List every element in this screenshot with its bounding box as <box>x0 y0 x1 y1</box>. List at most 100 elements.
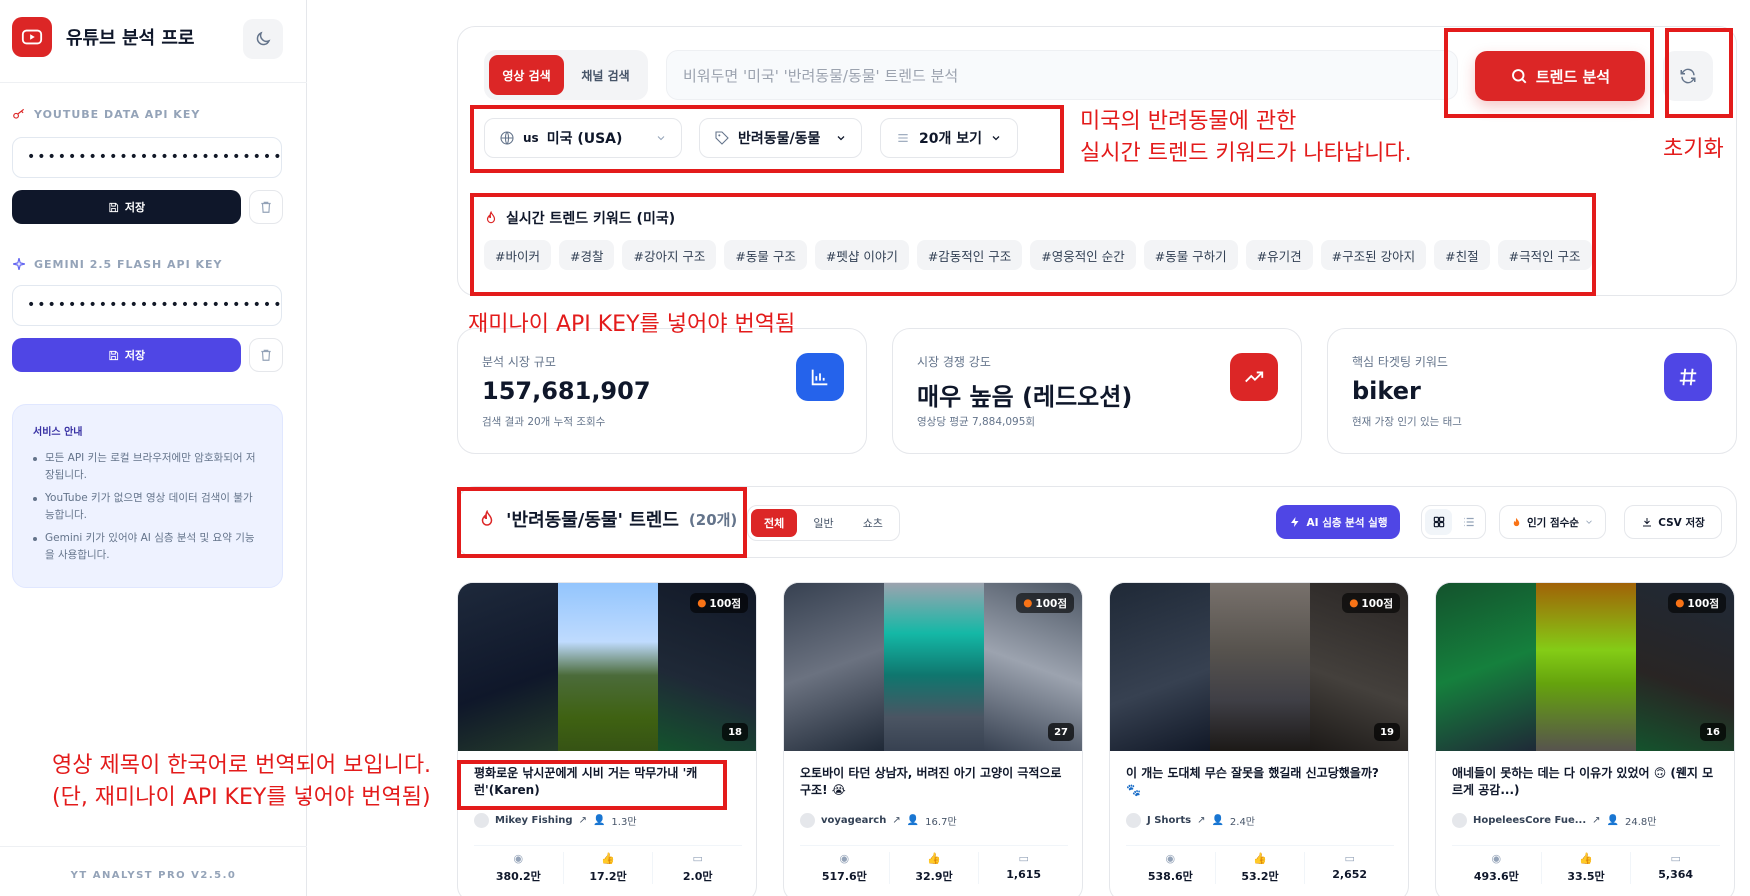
channel-name[interactable]: J Shorts <box>1147 815 1191 826</box>
annotation-title-line-1: 영상 제목이 한국어로 번역되어 보입니다. <box>52 753 432 778</box>
channel-row: voyagearch ↗ 👤 16.7만 <box>800 813 957 828</box>
trash-icon <box>261 349 271 361</box>
avatar <box>1126 813 1141 828</box>
gemini-key-save-button[interactable]: 저장 <box>12 338 241 372</box>
comments-stat: ▭ 2.0만 <box>653 852 742 884</box>
tab-video-search[interactable]: 영상 검색 <box>489 55 564 95</box>
theme-toggle-button[interactable] <box>243 19 283 59</box>
channel-name[interactable]: voyagearch <box>821 815 886 826</box>
youtube-key-save-button[interactable]: 저장 <box>12 190 241 224</box>
subscriber-count: 16.7만 <box>925 817 957 828</box>
service-info-item: YouTube 키가 없으면 영상 데이터 검색이 불가능합니다. <box>33 490 262 524</box>
youtube-key-input[interactable]: •••••••••••••••••••••••••••••••••••••• <box>12 137 282 178</box>
external-link-icon[interactable]: ↗ <box>892 815 900 826</box>
stat-sub: 현재 가장 인기 있는 태그 <box>1352 416 1462 428</box>
filter-all[interactable]: 전체 <box>751 509 798 537</box>
csv-export-button[interactable]: CSV 저장 <box>1624 505 1722 539</box>
score-badge: ● 100점 <box>690 593 748 613</box>
youtube-key-delete-button[interactable] <box>249 190 283 224</box>
comments-count: 1,615 <box>1006 868 1042 881</box>
annotation-box-keywords <box>470 193 1596 296</box>
annotation-filters-line-2: 실시간 트렌드 키워드가 나타납니다. <box>1080 141 1412 166</box>
eye-icon: ◉ <box>839 852 850 865</box>
video-title[interactable]: 이 개는 도대체 무슨 잘못을 했길래 신고당했을까? 🐾 <box>1126 765 1396 799</box>
annotation-filters-line-1: 미국의 반려동물에 관한 <box>1080 109 1297 134</box>
save-icon <box>109 202 118 212</box>
score-badge: ● 100점 <box>1016 593 1074 613</box>
likes-count: 33.5만 <box>1567 870 1605 883</box>
stat-value: 매우 높음 (레드오션) <box>917 383 1133 411</box>
thumbs-up-icon: 👍 <box>927 852 941 865</box>
video-card[interactable]: ● 100점 16 애네들이 못하는 데는 다 이유가 있었어 🙃 (웬지 모르게… <box>1435 582 1735 896</box>
search-input[interactable]: 비워두면 '미국' '반려동물/동물' 트렌드 분석 <box>666 50 1458 100</box>
ai-analysis-button[interactable]: AI 심층 분석 실행 <box>1276 505 1400 539</box>
subscriber-count: 24.8만 <box>1625 817 1657 828</box>
annotation-box-video-title <box>457 760 727 810</box>
external-link-icon[interactable]: ↗ <box>579 815 587 826</box>
video-card[interactable]: ● 100점 19 이 개는 도대체 무슨 잘못을 했길래 신고당했을까? 🐾 J… <box>1109 582 1409 896</box>
video-thumbnail[interactable]: ● 100점 27 <box>784 583 1082 751</box>
eye-icon: ◉ <box>1491 852 1502 865</box>
app-title: 유튜브 분석 프로 <box>66 28 195 49</box>
views-stat: ◉ 493.6만 <box>1452 852 1542 884</box>
views-stat: ◉ 538.6만 <box>1126 852 1216 884</box>
score-text: 100점 <box>1361 597 1393 610</box>
annotation-box-trend-button <box>1444 28 1654 118</box>
fire-icon: ● <box>697 597 707 609</box>
subscribers-icon: 👤 <box>1211 815 1224 826</box>
channel-name[interactable]: Mikey Fishing <box>495 815 573 826</box>
external-link-icon[interactable]: ↗ <box>1197 815 1205 826</box>
divider <box>0 82 307 83</box>
fire-icon: ● <box>1675 597 1685 609</box>
views-count: 493.6만 <box>1473 870 1519 883</box>
filter-normal[interactable]: 일반 <box>800 509 846 537</box>
duration-badge: 16 <box>1700 723 1726 741</box>
stat-label: 분석 시장 규모 <box>482 355 556 369</box>
video-thumbnail[interactable]: ● 100점 16 <box>1436 583 1734 751</box>
likes-count: 53.2만 <box>1241 870 1279 883</box>
video-title[interactable]: 오토바이 타던 상남자, 버려진 아기 고양이 극적으로 구조! 😭 <box>800 765 1070 799</box>
app-version: YT ANALYST PRO V2.5.0 <box>70 870 237 881</box>
channel-row: J Shorts ↗ 👤 2.4만 <box>1126 813 1255 828</box>
video-card[interactable]: ● 100점 27 오토바이 타던 상남자, 버려진 아기 고양이 극적으로 구조… <box>783 582 1083 896</box>
gemini-key-delete-button[interactable] <box>249 338 283 372</box>
channel-name[interactable]: HopeleesCore Fue... <box>1473 815 1586 826</box>
key-icon <box>12 107 26 121</box>
subscribers-icon: 👤 <box>592 815 606 826</box>
gemini-key-label: GEMINI 2.5 FLASH API KEY <box>12 257 223 271</box>
stat-card-top-keyword: 핵심 타겟팅 키워드 biker 현재 가장 인기 있는 태그 <box>1327 328 1737 454</box>
stat-sub: 검색 결과 20개 누적 조회수 <box>482 416 606 428</box>
filter-shorts[interactable]: 쇼츠 <box>850 509 896 537</box>
views-count: 538.6만 <box>1147 870 1193 883</box>
video-thumbnail[interactable]: ● 100점 18 <box>458 583 756 751</box>
gemini-key-input[interactable]: •••••••••••••••••••••••••••••••••••••• <box>12 285 282 326</box>
views-stat: ◉ 380.2만 <box>474 852 564 884</box>
list-view-button[interactable] <box>1455 509 1482 535</box>
likes-count: 17.2만 <box>589 870 627 883</box>
likes-stat: 👍 33.5만 <box>1542 852 1632 884</box>
video-title[interactable]: 애네들이 못하는 데는 다 이유가 있었어 🙃 (웬지 모르게 공감...) <box>1452 765 1722 799</box>
eye-icon: ◉ <box>1165 852 1176 865</box>
service-info-item: 모든 API 키는 로컬 브라우저에만 암호화되어 저장됩니다. <box>33 450 262 484</box>
sort-select[interactable]: 인기 점수순 <box>1499 505 1606 539</box>
video-card[interactable]: ● 100점 18 평화로운 낚시꾼에게 시비 거는 막무가내 '캐런'(Kare… <box>457 582 757 896</box>
thumbs-up-icon: 👍 <box>601 852 615 865</box>
service-info-title: 서비스 안내 <box>33 427 83 438</box>
save-label: 저장 <box>124 201 146 214</box>
stat-label: 시장 경쟁 강도 <box>917 355 991 369</box>
annotation-title-line-2: (단, 재미나이 API KEY를 넣어야 번역됨) <box>52 785 431 810</box>
service-info-item: Gemini 키가 있어야 AI 심층 분석 및 요약 기능을 사용합니다. <box>33 530 262 564</box>
annotation-box-reset <box>1665 28 1733 118</box>
video-thumbnail[interactable]: ● 100점 19 <box>1110 583 1408 751</box>
flame-icon <box>1513 517 1520 526</box>
youtube-key-label-text: YOUTUBE DATA API KEY <box>34 107 201 121</box>
external-link-icon[interactable]: ↗ <box>1592 815 1600 826</box>
views-count: 380.2만 <box>495 870 541 883</box>
score-badge: ● 100점 <box>1668 593 1726 613</box>
comment-icon: ▭ <box>1018 852 1029 865</box>
views-count: 517.6만 <box>821 870 867 883</box>
score-text: 100점 <box>1687 597 1719 610</box>
likes-stat: 👍 53.2만 <box>1216 852 1306 884</box>
grid-view-button[interactable] <box>1425 509 1452 535</box>
tab-channel-search[interactable]: 채널 검색 <box>568 55 643 95</box>
